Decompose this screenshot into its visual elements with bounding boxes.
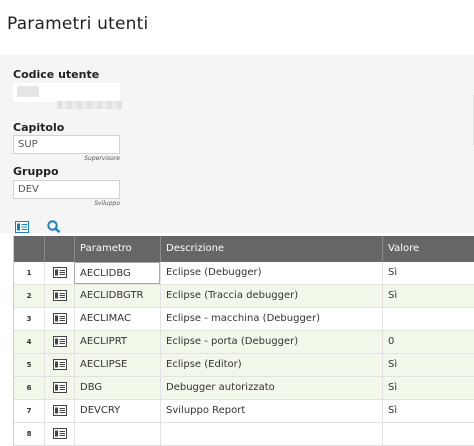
form-panel: Codice utente Capitolo SUP Supervisore G… xyxy=(0,55,474,233)
header-valore[interactable]: Valore xyxy=(382,236,474,262)
user-name-redacted xyxy=(57,101,122,109)
group-field[interactable]: DEV xyxy=(13,180,120,199)
value-cell[interactable]: 0 xyxy=(382,331,474,353)
page-title: Parametri utenti xyxy=(7,14,149,34)
detail-view-icon[interactable] xyxy=(15,218,29,233)
detail-icon[interactable] xyxy=(53,405,67,416)
table-row[interactable]: 7 DEVCRY Sviluppo Report Sì xyxy=(14,400,474,423)
description-cell: Eclipse - porta (Debugger) xyxy=(160,331,382,353)
value-cell[interactable]: Sì xyxy=(382,400,474,422)
detail-icon[interactable] xyxy=(53,290,67,301)
row-icon-cell xyxy=(44,423,74,445)
chapter-description: Supervisore xyxy=(84,155,120,162)
row-number: 4 xyxy=(26,338,32,346)
row-icon-cell xyxy=(44,308,74,330)
search-icon[interactable] xyxy=(47,218,61,234)
detail-icon[interactable] xyxy=(53,359,67,370)
header-descrizione[interactable]: Descrizione xyxy=(160,236,382,262)
user-code-field[interactable] xyxy=(13,83,120,102)
param-cell[interactable]: AECLIPRT xyxy=(74,331,160,353)
row-number: 7 xyxy=(26,407,32,415)
value-cell[interactable] xyxy=(382,423,474,445)
group-description: Sviluppo xyxy=(94,200,120,207)
description-cell: Debugger autorizzato xyxy=(160,377,382,399)
row-icon-cell xyxy=(44,354,74,376)
parameters-grid: Parametro Descrizione Valore 1 AECLIDBG … xyxy=(13,236,474,446)
table-row[interactable]: 6 DBG Debugger autorizzato Sì xyxy=(14,377,474,400)
description-cell: Eclipse (Editor) xyxy=(160,354,382,376)
detail-icon[interactable] xyxy=(53,382,67,393)
description-cell: Eclipse - macchina (Debugger) xyxy=(160,308,382,330)
detail-icon[interactable] xyxy=(53,428,67,439)
value-cell[interactable]: Sì xyxy=(382,354,474,376)
user-code-label: Codice utente xyxy=(13,68,100,81)
detail-icon[interactable] xyxy=(53,313,67,324)
row-icon-cell xyxy=(44,377,74,399)
chapter-label: Capitolo xyxy=(13,121,65,134)
param-cell[interactable] xyxy=(74,423,160,445)
user-code-redacted xyxy=(17,86,39,97)
grid-header: Parametro Descrizione Valore xyxy=(14,236,474,262)
param-cell[interactable]: DEVCRY xyxy=(74,400,160,422)
header-rownum xyxy=(14,236,44,262)
table-row[interactable]: 3 AECLIMAC Eclipse - macchina (Debugger) xyxy=(14,308,474,331)
row-number: 5 xyxy=(26,361,32,369)
table-row[interactable]: 8 xyxy=(14,423,474,446)
table-row[interactable]: 2 AECLIDBGTR Eclipse (Traccia debugger) … xyxy=(14,285,474,308)
detail-icon[interactable] xyxy=(53,336,67,347)
row-number: 6 xyxy=(26,384,32,392)
table-row[interactable]: 5 AECLIPSE Eclipse (Editor) Sì xyxy=(14,354,474,377)
description-cell: Eclipse (Debugger) xyxy=(160,262,382,284)
description-cell xyxy=(160,423,382,445)
value-cell[interactable]: Sì xyxy=(382,262,474,284)
param-cell[interactable]: DBG xyxy=(74,377,160,399)
param-cell[interactable]: AECLIDBG xyxy=(74,262,160,284)
table-row[interactable]: 1 AECLIDBG Eclipse (Debugger) Sì xyxy=(14,262,474,285)
value-cell[interactable] xyxy=(382,308,474,330)
param-cell[interactable]: AECLIPSE xyxy=(74,354,160,376)
row-number: 2 xyxy=(26,292,32,300)
table-row[interactable]: 4 AECLIPRT Eclipse - porta (Debugger) 0 xyxy=(14,331,474,354)
description-cell: Sviluppo Report xyxy=(160,400,382,422)
param-cell[interactable]: AECLIMAC xyxy=(74,308,160,330)
row-icon-cell xyxy=(44,400,74,422)
row-icon-cell xyxy=(44,331,74,353)
param-cell[interactable]: AECLIDBGTR xyxy=(74,285,160,307)
description-cell: Eclipse (Traccia debugger) xyxy=(160,285,382,307)
header-icon xyxy=(44,236,74,262)
chapter-field[interactable]: SUP xyxy=(13,135,120,154)
detail-icon[interactable] xyxy=(53,267,67,278)
row-number: 3 xyxy=(26,315,32,323)
row-number: 8 xyxy=(26,430,32,438)
row-icon-cell xyxy=(44,285,74,307)
value-cell[interactable]: Sì xyxy=(382,285,474,307)
header-parametro[interactable]: Parametro xyxy=(74,236,160,262)
group-label: Gruppo xyxy=(13,165,59,178)
row-number: 1 xyxy=(26,269,32,277)
value-cell[interactable]: Sì xyxy=(382,377,474,399)
row-icon-cell xyxy=(44,262,74,284)
